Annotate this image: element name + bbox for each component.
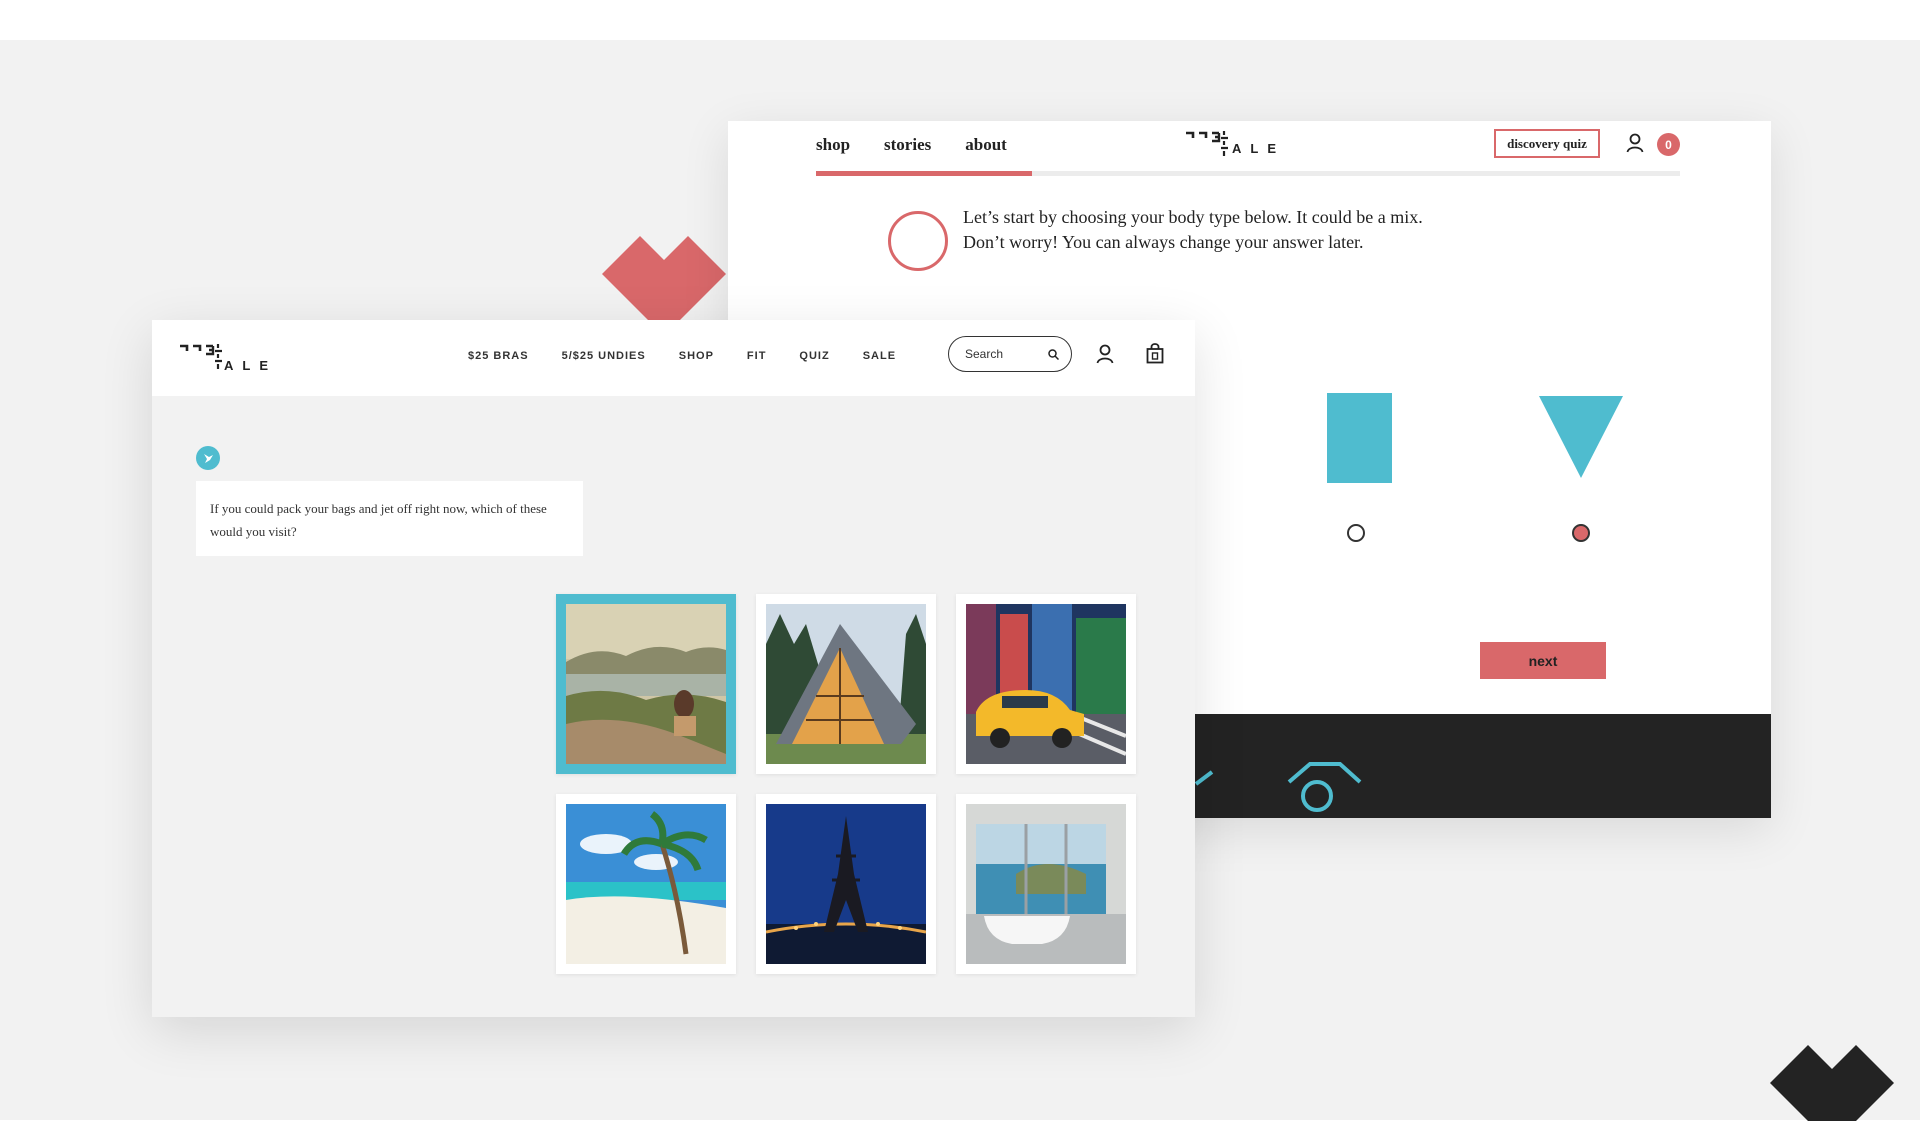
question-line-2: Don’t worry! You can always change your … bbox=[963, 232, 1364, 252]
brand-logo-mark[interactable] bbox=[178, 342, 224, 377]
cart-count-badge[interactable]: 0 bbox=[1657, 133, 1680, 156]
shopping-bag-icon[interactable] bbox=[1146, 342, 1164, 369]
destination-option-city[interactable] bbox=[956, 594, 1136, 774]
search-input[interactable] bbox=[963, 346, 1047, 362]
nav-25-bras[interactable]: $25 BRAS bbox=[468, 350, 529, 362]
brand-logo-mark[interactable] bbox=[1184, 129, 1230, 164]
account-icon[interactable] bbox=[1626, 133, 1644, 158]
site-header: ALE $25 BRAS 5/$25 UNDIES SHOP FIT QUIZ … bbox=[152, 320, 1195, 396]
destination-option-coast[interactable] bbox=[556, 594, 736, 774]
destination-option-villa[interactable] bbox=[956, 794, 1136, 974]
red-heart-decoration bbox=[602, 236, 726, 320]
next-button[interactable]: next bbox=[1480, 642, 1606, 679]
inverted-triangle-body-shape[interactable] bbox=[1539, 396, 1623, 483]
nav-stories[interactable]: stories bbox=[884, 135, 931, 155]
nav-about[interactable]: about bbox=[965, 135, 1007, 155]
destination-option-cabin[interactable] bbox=[756, 594, 936, 774]
assistant-bird-icon bbox=[204, 454, 213, 463]
nav-quiz[interactable]: QUIZ bbox=[799, 350, 829, 362]
discovery-quiz-button[interactable]: discovery quiz bbox=[1494, 129, 1600, 158]
brand-logo-text: ALE bbox=[224, 358, 277, 373]
quiz-progress-fill bbox=[816, 171, 1032, 176]
black-heart-decoration bbox=[1770, 1045, 1894, 1121]
destination-option-beach[interactable] bbox=[556, 794, 736, 974]
travel-quiz-window: ALE $25 BRAS 5/$25 UNDIES SHOP FIT QUIZ … bbox=[152, 320, 1195, 1017]
rectangle-radio[interactable] bbox=[1347, 524, 1365, 542]
destination-option-paris[interactable] bbox=[756, 794, 936, 974]
main-nav: shop stories about bbox=[816, 135, 1007, 155]
nav-shop[interactable]: SHOP bbox=[679, 350, 714, 362]
question-ring-icon bbox=[888, 211, 948, 271]
search-box bbox=[948, 336, 1072, 372]
nav-shop[interactable]: shop bbox=[816, 135, 850, 155]
inverted-triangle-radio[interactable] bbox=[1572, 524, 1590, 542]
quiz-progress-bar bbox=[816, 171, 1680, 176]
brand-logo-text: ALE bbox=[1232, 141, 1285, 156]
assistant-avatar bbox=[196, 446, 220, 470]
account-icon[interactable] bbox=[1096, 344, 1114, 369]
nav-undies[interactable]: 5/$25 UNDIES bbox=[562, 350, 646, 362]
main-nav: $25 BRAS 5/$25 UNDIES SHOP FIT QUIZ SALE bbox=[468, 350, 896, 362]
rectangle-body-shape[interactable] bbox=[1327, 393, 1392, 483]
nav-sale[interactable]: SALE bbox=[863, 350, 896, 362]
question-line-1: Let’s start by choosing your body type b… bbox=[963, 207, 1423, 227]
question-text: Let’s start by choosing your body type b… bbox=[963, 205, 1523, 255]
chat-question-bubble: If you could pack your bags and jet off … bbox=[196, 481, 583, 556]
destination-grid bbox=[556, 594, 1136, 974]
search-icon[interactable] bbox=[1048, 348, 1059, 360]
nav-fit[interactable]: FIT bbox=[747, 350, 767, 362]
